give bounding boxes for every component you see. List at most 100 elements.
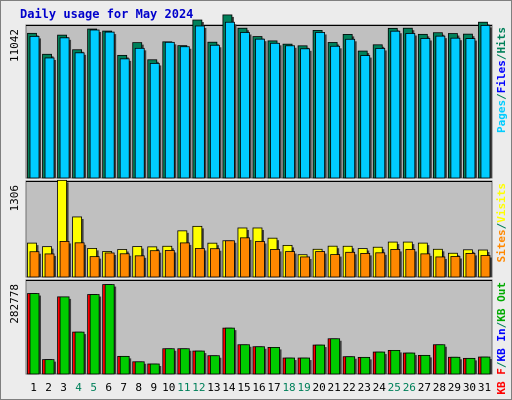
bar-files-day-25 [390, 30, 401, 179]
x-tick-label-day-18: 18 [282, 381, 295, 394]
x-tick-label-day-25: 25 [388, 381, 401, 394]
bar-kbout-day-2 [44, 359, 55, 375]
bar-files-day-14 [225, 21, 235, 179]
bar-kbout-day-22 [345, 356, 356, 375]
bar-sites-day-5 [89, 256, 100, 278]
bar-sites-day-3 [59, 241, 70, 278]
x-tick-label-day-6: 6 [105, 381, 112, 394]
x-tick-label-day-17: 17 [267, 381, 280, 394]
bar-kbout-day-12 [194, 350, 205, 375]
x-tick-label-day-3: 3 [60, 381, 67, 394]
bar-sites-day-28 [435, 256, 446, 278]
legend-item-kb-in: KB In [495, 328, 508, 361]
bar-files-day-8 [134, 47, 145, 179]
bar-kbout-day-6 [104, 284, 115, 375]
legend-item-sites: Sites [495, 229, 508, 262]
bar-files-day-15 [240, 32, 250, 179]
bar-sites-day-4 [74, 242, 85, 278]
bar-sites-day-20 [315, 251, 326, 278]
bar-kbout-day-30 [465, 357, 476, 375]
x-tick-label-day-10: 10 [162, 381, 175, 394]
bar-kbout-day-24 [375, 351, 386, 375]
bar-files-day-22 [345, 38, 356, 179]
bar-kbout-day-5 [89, 294, 100, 375]
legend-item-kb-f: KB F [495, 368, 508, 395]
x-tick-label-day-20: 20 [313, 381, 326, 394]
bar-sites-day-17 [270, 249, 280, 278]
bar-sites-day-6 [104, 252, 115, 278]
bar-sites-day-24 [375, 252, 386, 278]
chart-title: Daily usage for May 2024 [20, 7, 194, 21]
legend-item-visits: Visits [495, 183, 508, 223]
bar-files-day-13 [209, 44, 220, 179]
bar-kbout-day-28 [435, 344, 446, 375]
bar-sites-day-8 [134, 255, 145, 278]
bar-sites-day-14 [225, 240, 235, 278]
x-tick-label-day-24: 24 [373, 381, 387, 394]
bar-kbout-day-9 [149, 363, 160, 375]
bar-sites-day-19 [300, 256, 310, 278]
bar-files-day-27 [420, 38, 431, 179]
chart-frame: Daily usage for May 2024 11042 1306 282778… [0, 0, 512, 400]
x-tick-label-day-30: 30 [463, 381, 476, 394]
bar-kbout-day-1 [29, 293, 40, 375]
bar-sites-day-12 [194, 248, 205, 278]
bar-sites-day-7 [119, 253, 130, 278]
y-tick-label-panel-1: 11042 [8, 29, 21, 62]
bar-files-day-2 [44, 57, 55, 179]
bar-sites-day-16 [255, 241, 265, 278]
x-tick-label-day-29: 29 [448, 381, 461, 394]
bar-kbout-day-10 [164, 348, 175, 375]
x-tick-label-day-12: 12 [192, 381, 205, 394]
bar-files-day-5 [89, 29, 100, 179]
x-tick-label-day-31: 31 [478, 381, 491, 394]
bar-sites-day-9 [149, 250, 160, 278]
bar-files-day-21 [330, 45, 341, 179]
bar-kbout-day-26 [405, 352, 416, 375]
legend-panel-3: KB F/KB In/KB Out [495, 282, 508, 395]
x-tick-label-day-28: 28 [433, 381, 446, 394]
x-tick-label-day-22: 22 [343, 381, 356, 394]
x-tick-label-day-21: 21 [328, 381, 341, 394]
bar-kbout-day-13 [209, 355, 220, 375]
x-tick-label-day-5: 5 [90, 381, 97, 394]
bar-kbout-day-17 [270, 347, 280, 375]
bar-sites-day-18 [285, 251, 295, 278]
bar-sites-day-13 [209, 248, 220, 278]
bar-files-day-1 [29, 36, 40, 179]
bar-kbout-day-16 [255, 346, 265, 375]
legend-item-pages: Pages [495, 100, 508, 133]
bar-files-day-23 [360, 55, 371, 179]
x-tick-label-day-26: 26 [403, 381, 416, 394]
bar-files-day-31 [480, 25, 491, 179]
bar-kbout-day-3 [59, 296, 70, 375]
bar-files-day-3 [59, 37, 70, 179]
bar-sites-day-23 [360, 253, 371, 278]
bar-sites-day-29 [450, 256, 461, 278]
bar-files-day-11 [179, 46, 190, 179]
bar-files-day-6 [104, 31, 115, 179]
bar-files-day-19 [300, 48, 310, 179]
bar-kbout-day-29 [450, 356, 461, 375]
bar-kbout-day-20 [315, 344, 326, 375]
bar-files-day-9 [149, 63, 160, 179]
bar-kbout-day-25 [390, 349, 401, 375]
x-tick-label-day-15: 15 [237, 381, 250, 394]
bar-sites-day-26 [405, 249, 416, 278]
bar-files-day-4 [74, 52, 85, 179]
bar-sites-day-22 [345, 251, 356, 278]
bar-kbout-day-27 [420, 354, 431, 375]
bar-kbout-day-4 [74, 331, 85, 375]
bar-sites-day-15 [240, 237, 250, 278]
x-tick-label-day-16: 16 [252, 381, 265, 394]
bar-files-day-24 [375, 48, 386, 179]
bar-sites-day-1 [29, 251, 40, 278]
bar-kbout-day-7 [119, 355, 130, 375]
usage-chart: 1104213062827781 2 3 4 5 6 7 8 9 10 11 12 13 14 15 16 17… [8, 14, 508, 395]
bar-files-day-12 [194, 25, 205, 179]
bar-files-day-16 [255, 38, 265, 179]
legend-item-kb-out: KB Out [495, 282, 508, 322]
legend-panel-1: Pages/Files/Hits [495, 27, 508, 133]
x-tick-label-day-11: 11 [177, 381, 190, 394]
bar-files-day-30 [465, 38, 476, 179]
